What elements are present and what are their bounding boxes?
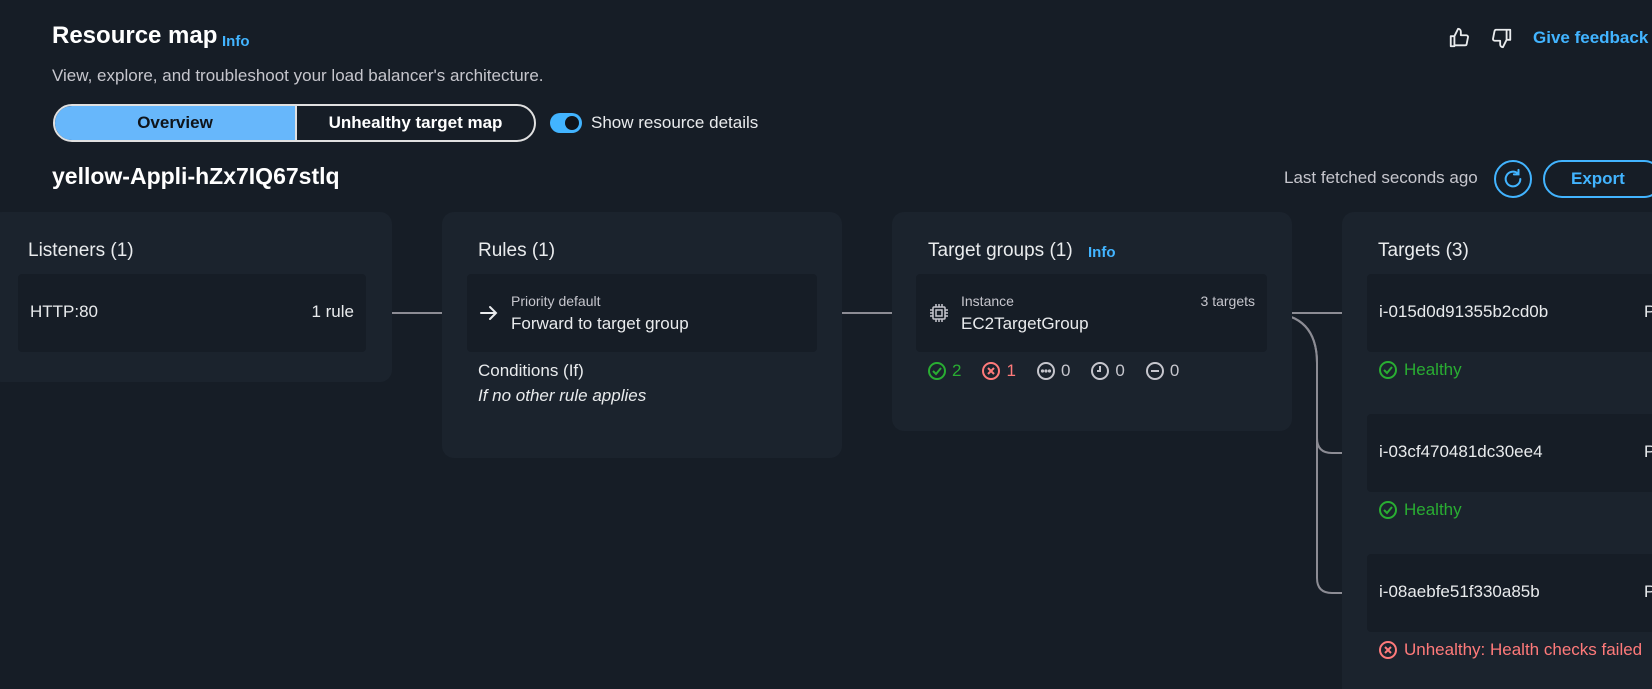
target-group-card[interactable]: Instance EC2TargetGroup 3 targets xyxy=(916,274,1267,352)
target-port: P xyxy=(1644,582,1652,601)
conditions-value: If no other rule applies xyxy=(478,386,647,405)
error-circle-icon xyxy=(982,362,1001,380)
target-card[interactable]: i-03cf470481dc30ee4 P xyxy=(1367,414,1652,492)
listener-protocol: HTTP:80 xyxy=(30,302,99,321)
target-id: i-015d0d91355b2cd0b xyxy=(1379,302,1549,321)
arrow-right-icon xyxy=(480,306,498,320)
target-port: P xyxy=(1644,302,1652,321)
unhealthy-count: 1 xyxy=(981,361,1016,381)
target-group-name: EC2TargetGroup xyxy=(961,314,1089,333)
draining-count: 0 xyxy=(1090,361,1125,381)
ellipsis-circle-icon xyxy=(1036,362,1055,380)
target-status: Unhealthy: Health checks failed xyxy=(1378,640,1642,660)
conditions-label: Conditions (If) xyxy=(478,361,584,380)
rule-action: Forward to target group xyxy=(511,314,689,333)
target-status-counts: 2 1 0 0 0 xyxy=(927,361,1179,381)
target-card[interactable]: i-08aebfe51f330a85b P xyxy=(1367,554,1652,632)
target-groups-info-link[interactable]: Info xyxy=(1088,244,1116,261)
rule-priority: Priority default xyxy=(511,293,601,309)
target-id: i-03cf470481dc30ee4 xyxy=(1379,442,1543,461)
rule-card[interactable]: Priority default Forward to target group xyxy=(467,274,817,352)
listener-rule-count: 1 rule xyxy=(311,302,354,321)
rules-title: Rules (1) xyxy=(478,240,556,261)
check-circle-icon xyxy=(928,362,946,380)
check-circle-icon xyxy=(1379,501,1397,519)
target-port: P xyxy=(1644,442,1652,461)
listeners-title: Listeners (1) xyxy=(28,240,134,261)
target-group-type: Instance xyxy=(961,293,1014,309)
healthy-count: 2 xyxy=(927,361,961,381)
unavailable-count: 0 xyxy=(1145,361,1179,381)
target-id: i-08aebfe51f330a85b xyxy=(1379,582,1540,601)
target-group-target-count: 3 targets xyxy=(1200,293,1255,309)
listener-card[interactable]: HTTP:80 1 rule xyxy=(18,274,366,352)
unused-count: 0 xyxy=(1036,361,1070,381)
target-status: Healthy xyxy=(1378,360,1462,380)
check-circle-icon xyxy=(1379,361,1397,379)
error-circle-icon xyxy=(1379,641,1397,659)
targets-title: Targets (3) xyxy=(1378,240,1469,261)
instance-chip-icon xyxy=(930,304,948,322)
target-groups-title: Target groups (1) xyxy=(928,240,1073,261)
target-status: Healthy xyxy=(1378,500,1462,520)
clock-icon xyxy=(1091,362,1110,380)
minus-circle-icon xyxy=(1145,362,1164,380)
target-card[interactable]: i-015d0d91355b2cd0b P xyxy=(1367,274,1652,352)
